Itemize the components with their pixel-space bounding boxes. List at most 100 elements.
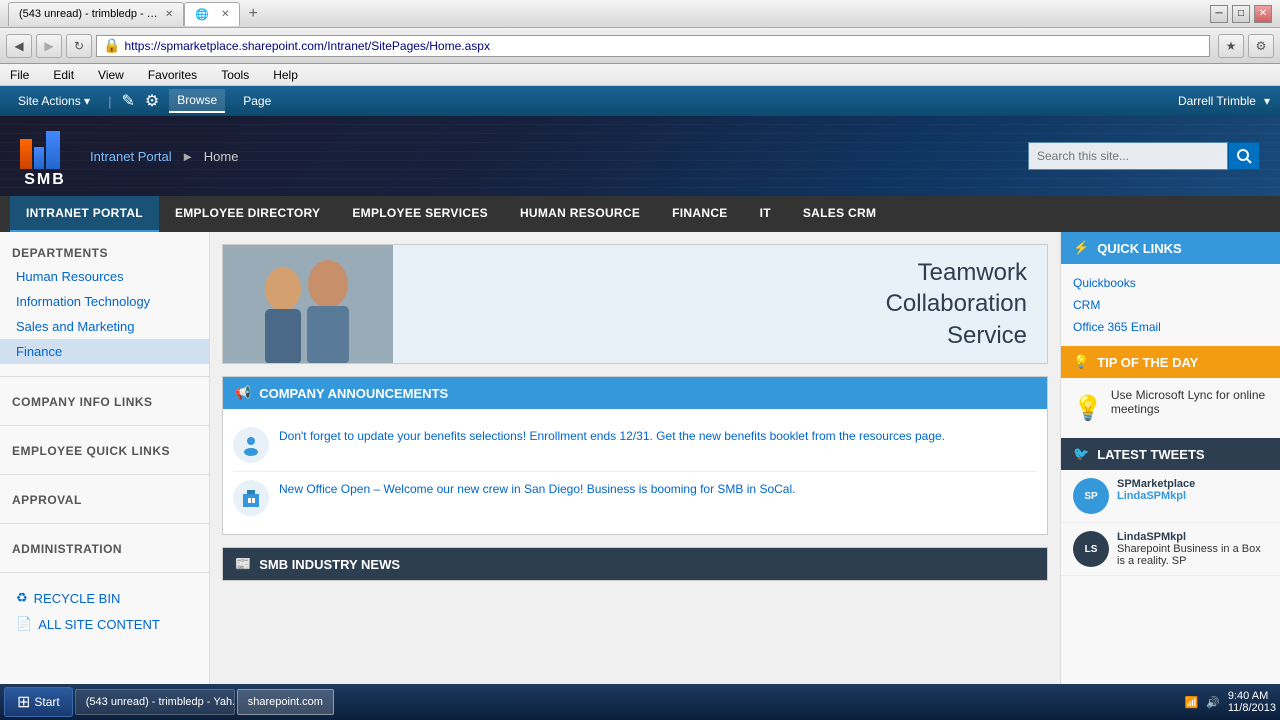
tab-close-yahoo[interactable]: ✕ — [165, 9, 173, 20]
address-bar[interactable]: 🔒 https://spmarketplace.sharepoint.com/I… — [96, 35, 1210, 57]
menu-help[interactable]: Help — [269, 66, 302, 84]
tweet-1: SP SPMarketplace LindaSPMkpl — [1061, 470, 1280, 523]
nav-bar: ◀ ▶ ↻ 🔒 https://spmarketplace.sharepoint… — [0, 28, 1280, 64]
tools-button[interactable]: ⚙ — [1248, 34, 1274, 58]
menu-file[interactable]: File — [6, 66, 33, 84]
menu-edit[interactable]: Edit — [49, 66, 78, 84]
company-info-heading: COMPANY INFO LINKS — [0, 389, 209, 413]
tip-header: 💡 TIP OF THE DAY — [1061, 346, 1280, 378]
tab-sharepoint[interactable]: 🌐 ✕ — [184, 2, 240, 26]
search-button[interactable] — [1228, 142, 1260, 170]
tweet-avatar-2: LS — [1073, 531, 1109, 567]
industry-news-header: 📰 SMB INDUSTRY NEWS — [223, 548, 1047, 580]
user-name: Darrell Trimble — [1178, 94, 1256, 108]
volume-icon: 🔊 — [1206, 696, 1220, 709]
taskbar-sharepoint[interactable]: sharepoint.com — [237, 689, 334, 715]
nav-employee-services[interactable]: EMPLOYEE SERVICES — [336, 196, 504, 232]
back-button[interactable]: ◀ — [6, 34, 32, 58]
menu-favorites[interactable]: Favorites — [144, 66, 201, 84]
minimize-button[interactable]: ─ — [1210, 5, 1228, 23]
link-crm[interactable]: CRM — [1073, 294, 1268, 316]
announcement-icon-1 — [233, 427, 269, 463]
title-bar: (543 unread) - trimbledp - Yah... ✕ 🌐 ✕ … — [0, 0, 1280, 28]
settings-page-icon[interactable]: ⚙ — [145, 91, 159, 111]
recycle-icon: ♻ — [16, 590, 28, 606]
start-button[interactable]: ⊞ Start — [4, 687, 73, 717]
approval-section: APPROVAL — [0, 479, 209, 519]
tweets-section: 🐦 LATEST TWEETS SP SPMarketplace LindaSP… — [1061, 438, 1280, 576]
sidebar-human-resources[interactable]: Human Resources — [0, 264, 209, 289]
hero-text: TeamworkCollaborationService — [393, 244, 1047, 364]
tab-close-sharepoint[interactable]: ✕ — [221, 9, 229, 20]
menu-tools[interactable]: Tools — [217, 66, 253, 84]
building-icon — [239, 486, 263, 510]
menu-view[interactable]: View — [94, 66, 128, 84]
tweet-2: LS LindaSPMkpl Sharepoint Business in a … — [1061, 523, 1280, 576]
bolt-icon: ⚡ — [1073, 240, 1089, 256]
hero-image — [223, 244, 393, 364]
tip-section: 💡 TIP OF THE DAY 💡 Use Microsoft Lync fo… — [1061, 346, 1280, 438]
lightbulb-icon: 💡 — [1073, 354, 1089, 370]
hero-section: TeamworkCollaborationService — [222, 244, 1048, 364]
recycle-section: ♻ RECYCLE BIN 📄 ALL SITE CONTENT — [0, 577, 209, 645]
link-quickbooks[interactable]: Quickbooks — [1073, 272, 1268, 294]
clock: 9:40 AM 11/8/2013 — [1228, 690, 1276, 714]
edit-page-icon[interactable]: ✎ — [121, 91, 134, 111]
departments-heading: DEPARTMENTS — [0, 240, 209, 264]
quick-links-header: ⚡ QUICK LINKS — [1061, 232, 1280, 264]
page-tab[interactable]: Page — [235, 90, 279, 112]
sidebar-finance[interactable]: Finance — [0, 339, 209, 364]
top-navigation: INTRANET PORTAL EMPLOYEE DIRECTORY EMPLO… — [0, 196, 1280, 232]
favorites-button[interactable]: ★ — [1218, 34, 1244, 58]
browse-tab[interactable]: Browse — [169, 89, 225, 113]
nav-sales-crm[interactable]: SALES CRM — [787, 196, 892, 232]
announcement-text-1[interactable]: Don't forget to update your benefits sel… — [279, 427, 945, 463]
main-area: TeamworkCollaborationService 📢 COMPANY A… — [210, 232, 1060, 692]
announcement-2: New Office Open – Welcome our new crew i… — [233, 472, 1037, 524]
nav-finance[interactable]: FINANCE — [656, 196, 743, 232]
search-area — [1028, 142, 1260, 170]
sidebar-all-site-content[interactable]: 📄 ALL SITE CONTENT — [0, 611, 209, 637]
nav-it[interactable]: IT — [744, 196, 787, 232]
nav-employee-directory[interactable]: EMPLOYEE DIRECTORY — [159, 196, 336, 232]
nav-intranet-portal[interactable]: INTRANET PORTAL — [10, 196, 159, 232]
sidebar-sales-marketing[interactable]: Sales and Marketing — [0, 314, 209, 339]
announcement-text-2[interactable]: New Office Open – Welcome our new crew i… — [279, 480, 795, 516]
hero-line1: TeamworkCollaborationService — [413, 257, 1027, 351]
taskbar: ⊞ Start (543 unread) - trimbledp - Yah..… — [0, 684, 1280, 720]
header-right — [1028, 142, 1260, 170]
quick-links-section: ⚡ QUICK LINKS Quickbooks CRM Office 365 … — [1061, 232, 1280, 346]
search-input[interactable] — [1028, 142, 1228, 170]
system-tray: 📶 🔊 9:40 AM 11/8/2013 — [1184, 690, 1276, 714]
user-dropdown[interactable]: ▾ — [1264, 94, 1270, 108]
announcement-icon-2 — [233, 480, 269, 516]
site-actions-button[interactable]: Site Actions ▾ — [10, 90, 98, 112]
logo-icon: SMB — [20, 131, 70, 181]
tweet-content-1: SPMarketplace LindaSPMkpl — [1117, 478, 1195, 514]
forward-button[interactable]: ▶ — [36, 34, 62, 58]
quick-links-body: Quickbooks CRM Office 365 Email — [1061, 264, 1280, 346]
nav-human-resource[interactable]: HUMAN RESOURCE — [504, 196, 656, 232]
new-tab-button[interactable]: + — [248, 5, 257, 23]
close-button[interactable]: ✕ — [1254, 5, 1272, 23]
sidebar-information-technology[interactable]: Information Technology — [0, 289, 209, 314]
breadcrumb-portal-link[interactable]: Intranet Portal — [90, 149, 172, 164]
megaphone-icon: 📢 — [235, 385, 251, 401]
tweet-avatar-1: SP — [1073, 478, 1109, 514]
approval-heading: APPROVAL — [0, 487, 209, 511]
link-office365[interactable]: Office 365 Email — [1073, 316, 1268, 338]
refresh-button[interactable]: ↻ — [66, 34, 92, 58]
menu-bar: File Edit View Favorites Tools Help — [0, 64, 1280, 86]
administration-section: ADMINISTRATION — [0, 528, 209, 568]
tab-yahoo[interactable]: (543 unread) - trimbledp - Yah... ✕ — [8, 2, 184, 26]
sidebar-recycle-bin[interactable]: ♻ RECYCLE BIN — [0, 585, 209, 611]
hero-illustration — [223, 244, 393, 364]
tip-body: 💡 Use Microsoft Lync for online meetings — [1061, 378, 1280, 438]
right-panel: ⚡ QUICK LINKS Quickbooks CRM Office 365 … — [1060, 232, 1280, 692]
industry-news-section: 📰 SMB INDUSTRY NEWS — [222, 547, 1048, 581]
taskbar-yahoo[interactable]: (543 unread) - trimbledp - Yah... — [75, 689, 235, 715]
sp-header: SMB Intranet Portal ► Home — [0, 116, 1280, 196]
search-icon — [1236, 148, 1252, 164]
maximize-button[interactable]: □ — [1232, 5, 1250, 23]
announcements-body: Don't forget to update your benefits sel… — [223, 409, 1047, 534]
